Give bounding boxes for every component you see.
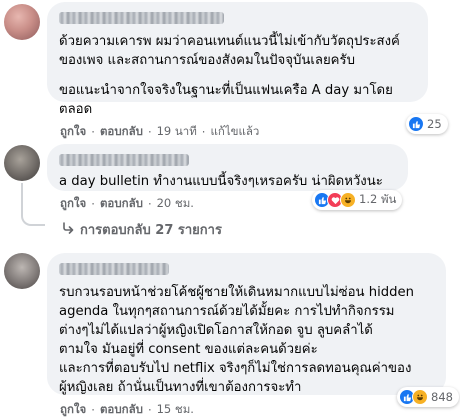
avatar[interactable] bbox=[4, 4, 40, 40]
like-button[interactable]: ถูกใจ bbox=[60, 401, 86, 417]
view-replies-button[interactable]: การตอบกลับ 27 รายการ bbox=[62, 219, 222, 240]
avatar[interactable] bbox=[4, 253, 40, 289]
separator-dot: · bbox=[91, 197, 95, 211]
separator-dot: · bbox=[147, 125, 152, 139]
reaction-count: 1.2 พัน bbox=[359, 192, 397, 206]
reply-button[interactable]: ตอบกลับ bbox=[100, 401, 143, 417]
comment-timestamp[interactable]: 19 นาที bbox=[157, 123, 197, 141]
reaction-count: 25 bbox=[427, 117, 442, 131]
reply-arrow-icon bbox=[62, 221, 74, 238]
comment-text-1-p2: ขอแนะนำจากใจจริงในฐานะที่เป็นแฟนเครือ A … bbox=[59, 83, 393, 117]
like-button[interactable]: ถูกใจ bbox=[60, 195, 86, 213]
reaction-summary-3[interactable]: 848 bbox=[397, 387, 459, 407]
comment-actions-1: ถูกใจ · ตอบกลับ · 19 นาที · แก้ไขแล้ว bbox=[60, 123, 259, 141]
reply-button[interactable]: ตอบกลับ bbox=[100, 195, 143, 213]
haha-reaction-icon bbox=[412, 389, 428, 405]
reply-thread-line bbox=[21, 183, 45, 226]
separator-dot: · bbox=[91, 403, 95, 417]
edited-label[interactable]: แก้ไขแล้ว bbox=[210, 123, 259, 141]
avatar[interactable] bbox=[4, 145, 40, 181]
reaction-summary-1[interactable]: 25 bbox=[406, 114, 448, 134]
replies-count-label: การตอบกลับ 27 รายการ bbox=[80, 223, 222, 238]
haha-reaction-icon bbox=[340, 192, 356, 208]
reply-button[interactable]: ตอบกลับ bbox=[100, 123, 143, 141]
commenter-name[interactable] bbox=[59, 263, 169, 275]
comment-bubble-2: a day bulletin ทำงานแบบนี้จริงๆเหรอครับ … bbox=[47, 144, 408, 191]
reaction-count: 848 bbox=[431, 390, 453, 404]
commenter-name[interactable] bbox=[59, 12, 224, 24]
comment-bubble-3: รบกวนรอบหน้าช่วยโค้ชผู้ชายให้เดินหมากแบบ… bbox=[47, 253, 446, 395]
comment-actions-2: ถูกใจ · ตอบกลับ · 20 ชม. bbox=[60, 195, 194, 213]
comment-timestamp[interactable]: 20 ชม. bbox=[157, 195, 194, 213]
comment-bubble-1: ด้วยความเคารพ ผมว่าคอนเทนต์แนวนี้ไม่เข้า… bbox=[47, 2, 428, 117]
like-button[interactable]: ถูกใจ bbox=[60, 123, 86, 141]
comment-timestamp[interactable]: 15 ชม. bbox=[157, 401, 194, 417]
like-reaction-icon bbox=[408, 116, 424, 132]
separator-dot: · bbox=[147, 197, 152, 211]
comment-text-2: a day bulletin ทำงานแบบนี้จริงๆเหรอครับ … bbox=[59, 174, 383, 189]
separator-dot: · bbox=[147, 403, 152, 417]
separator-dot: · bbox=[201, 125, 206, 139]
comment-text-1-p1: ด้วยความเคารพ ผมว่าคอนเทนต์แนวนี้ไม่เข้า… bbox=[59, 34, 400, 68]
reaction-summary-2[interactable]: 1.2 พัน bbox=[312, 190, 403, 210]
separator-dot: · bbox=[91, 125, 95, 139]
comment-actions-3: ถูกใจ · ตอบกลับ · 15 ชม. bbox=[60, 401, 194, 417]
comment-text-3: รบกวนรอบหน้าช่วยโค้ชผู้ชายให้เดินหมากแบบ… bbox=[59, 285, 414, 395]
commenter-name[interactable] bbox=[59, 154, 189, 166]
